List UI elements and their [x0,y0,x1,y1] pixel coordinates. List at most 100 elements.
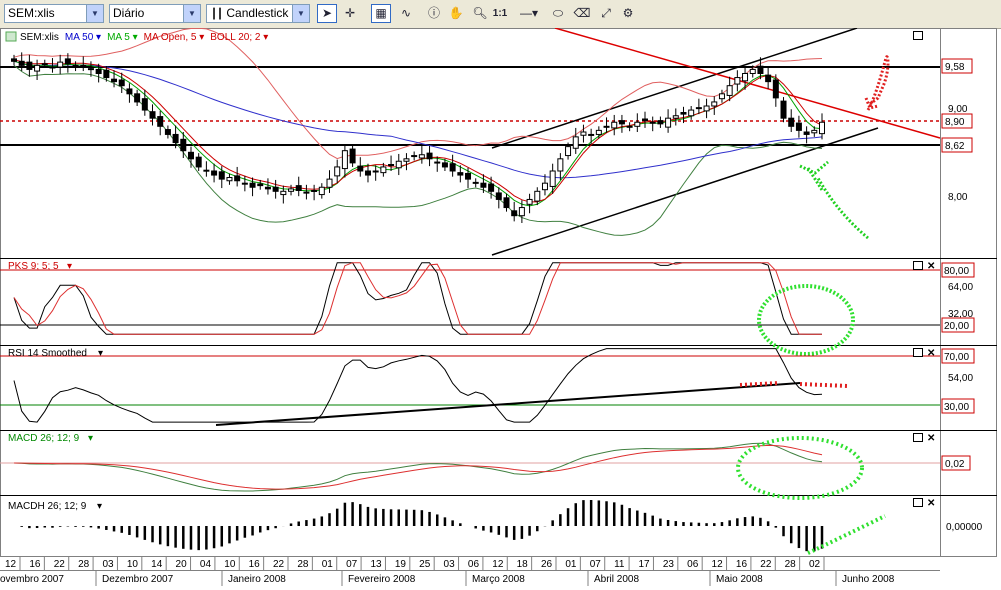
crosshair-tool-button[interactable]: ✛ [340,4,360,23]
candle[interactable] [572,136,579,149]
chevron-down-icon[interactable]: ▼ [86,5,103,22]
candle[interactable] [726,85,733,96]
chart-type-select[interactable]: ┃┃ Candlestick ▼ [206,4,310,23]
maximize-panel-button[interactable] [913,348,923,357]
pks-title[interactable]: PKS 9; 5; 5 [8,261,59,272]
candle[interactable] [580,131,587,136]
candle[interactable] [141,98,148,111]
info-button[interactable]: ⓘ [424,4,444,23]
legend-item[interactable]: MA Open, 5 ▾ [144,32,205,43]
candle[interactable] [280,190,287,196]
candle[interactable] [465,172,472,180]
candle[interactable] [187,151,194,160]
shape-tool-button[interactable]: ⬭ [548,4,568,23]
legend-item[interactable]: BOLL 20; 2 ▾ [210,32,268,43]
candle[interactable] [326,178,333,188]
candle[interactable] [411,155,418,158]
legend-item[interactable]: MA 50 ▾ [65,32,101,43]
candle[interactable] [64,58,71,65]
candle[interactable] [226,177,233,182]
grid-toggle-button[interactable]: ▦ [371,4,391,23]
candle[interactable] [334,166,341,177]
candle[interactable] [703,105,710,112]
candle[interactable] [372,170,379,173]
candle[interactable] [164,129,171,135]
symbol-select[interactable]: SEM:xlis ▼ [4,4,104,23]
candle[interactable] [734,77,741,85]
candle[interactable] [472,181,479,184]
candle[interactable] [118,79,125,87]
candle[interactable] [295,185,302,191]
candle[interactable] [511,210,518,217]
resize-icon[interactable]: ⤢ [596,4,616,23]
candle[interactable] [364,170,371,176]
candle[interactable] [72,64,79,68]
candle[interactable] [418,154,425,159]
legend-item[interactable]: MA 5 ▾ [107,32,138,43]
chevron-down-icon[interactable]: ▾ [88,433,93,444]
candle[interactable] [688,109,695,117]
candle[interactable] [180,138,187,152]
candle[interactable] [457,172,464,176]
candle[interactable] [541,182,548,191]
candle[interactable] [249,182,256,188]
candle[interactable] [126,88,133,95]
candle[interactable] [357,165,364,172]
period-select[interactable]: Diário ▼ [109,4,201,23]
candle[interactable] [303,191,310,194]
candle[interactable] [611,121,618,129]
candle[interactable] [718,93,725,100]
candle[interactable] [241,182,248,185]
price-legend[interactable]: SEM:xlis MA 50 ▾ MA 5 ▾ MA Open, 5 ▾ BOLL 20… [20,32,268,43]
close-icon[interactable]: ✕ [927,498,935,509]
candle[interactable] [588,133,595,136]
candle[interactable] [157,116,164,127]
close-icon[interactable]: ✕ [927,433,935,444]
candle[interactable] [803,131,810,135]
chevron-down-icon[interactable]: ▾ [97,501,102,512]
candle[interactable] [526,198,533,205]
candle[interactable] [672,115,679,119]
candle[interactable] [95,68,102,74]
candle[interactable] [711,101,718,107]
zoom-1to1-button[interactable]: 1:1 [490,4,510,23]
chevron-down-icon[interactable]: ▼ [292,5,309,22]
candle[interactable] [380,166,387,174]
line-tool-button[interactable]: —▾ [516,4,542,23]
zoom-icon[interactable]: 🔍︎ [470,4,490,23]
legend-item[interactable]: SEM:xlis [20,32,59,43]
candle[interactable] [18,60,25,66]
candle[interactable] [557,158,564,172]
candle[interactable] [441,162,448,168]
candle[interactable] [341,150,348,170]
candle[interactable] [218,171,225,180]
candle[interactable] [565,146,572,157]
candle[interactable] [819,121,825,135]
candle[interactable] [388,164,395,166]
candle[interactable] [518,207,525,217]
candle[interactable] [272,186,279,192]
candle[interactable] [34,64,41,72]
candle[interactable] [618,120,625,125]
candle[interactable] [695,107,702,110]
candle[interactable] [80,64,87,67]
candle[interactable] [649,121,656,124]
maximize-panel-button[interactable] [913,261,923,270]
candle[interactable] [288,188,295,192]
candle[interactable] [603,125,610,128]
chevron-down-icon[interactable]: ▾ [98,348,103,359]
chart-area[interactable]: SEM:xlis MA 50 ▾ MA 5 ▾ MA Open, 5 ▾ BOLL 20… [0,28,1001,590]
maximize-panel-button[interactable] [913,498,923,507]
candle[interactable] [349,148,356,164]
candle[interactable] [26,61,33,70]
eraser-icon[interactable]: ⌫ [572,4,592,23]
candle[interactable] [742,73,749,82]
candle[interactable] [595,129,602,135]
hand-tool-button[interactable]: ✋ [446,4,466,23]
candle[interactable] [788,117,795,127]
candle[interactable] [757,65,764,74]
candle[interactable] [134,93,141,103]
candle[interactable] [41,63,48,66]
candle[interactable] [264,186,271,190]
macd-title[interactable]: MACD 26; 12; 9 [8,433,80,444]
